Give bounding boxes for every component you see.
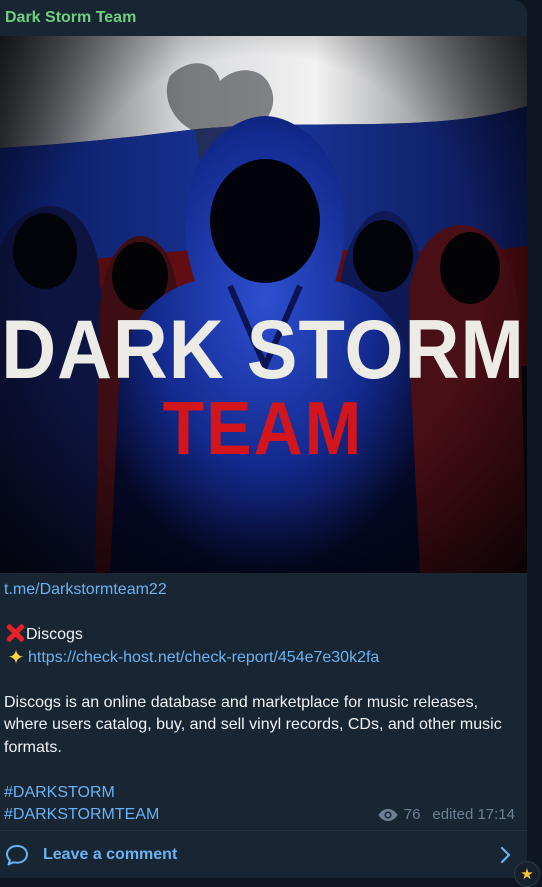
cross-mark-icon [4,624,26,642]
channel-post: Dark Storm Team DARK STORM TEAM t.me/Dar… [0,0,527,878]
post-meta: 76 edited 17:14 [378,806,515,823]
hashtag-link[interactable]: #DARKSTORMTEAM [4,806,159,823]
post-text: t.me/Darkstormteam22 Discogs ✦ https://ch… [4,579,516,827]
eye-icon [378,808,398,821]
leave-comment-label: Leave a comment [43,846,178,863]
post-image-artwork: DARK STORM TEAM [0,36,527,573]
view-count: 76 [403,806,421,823]
post-image[interactable]: DARK STORM TEAM [0,36,527,573]
post-description: Discogs is an online database and market… [4,693,502,756]
edited-timestamp: edited 17:14 [432,806,515,823]
report-link[interactable]: https://check-host.net/check-report/454e… [28,649,379,666]
image-title-line2: TEAM [163,387,364,471]
channel-link[interactable]: t.me/Darkstormteam22 [4,581,167,598]
image-title-line1: DARK STORM [1,303,525,396]
leave-comment-button[interactable]: Leave a comment [0,831,527,878]
glowing-star-icon: ✦ [7,646,25,669]
entry-title: Discogs [26,626,83,643]
star-badge-icon[interactable]: ★ [514,861,540,887]
comment-bubble-icon [6,845,28,866]
hashtag-link[interactable]: #DARKSTORM [4,784,115,801]
channel-name[interactable]: Dark Storm Team [5,9,136,27]
chevron-right-icon [500,846,511,864]
